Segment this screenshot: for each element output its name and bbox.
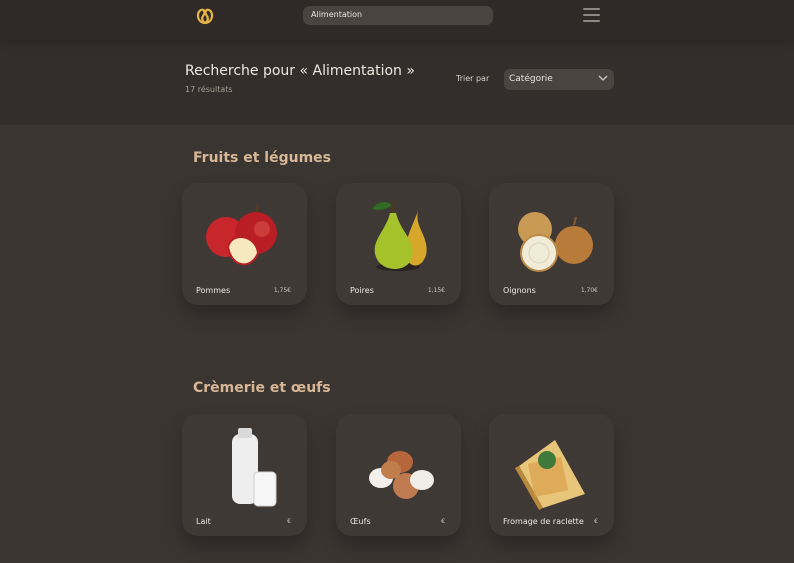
milk-image bbox=[232, 428, 277, 507]
product-price: 1,75€ bbox=[273, 287, 291, 294]
chevron-down-icon bbox=[598, 75, 608, 81]
search-input-value: Alimentation bbox=[311, 10, 363, 19]
product-price: 1,15€ bbox=[427, 287, 445, 294]
search-input[interactable]: Alimentation bbox=[303, 6, 493, 25]
product-price: 1,70€ bbox=[580, 287, 598, 294]
onions-image bbox=[518, 212, 593, 272]
eggs-image bbox=[369, 451, 434, 499]
product-card-oeufs[interactable]: Œufs € bbox=[336, 414, 461, 536]
product-price: € bbox=[594, 518, 598, 525]
product-price: € bbox=[287, 518, 291, 525]
product-card-poires[interactable]: Poires 1,15€ bbox=[336, 183, 461, 305]
product-name: Œufs bbox=[350, 517, 371, 526]
page-title: Recherche pour « Alimentation » bbox=[185, 63, 415, 79]
product-card-pommes[interactable]: Pommes 1,75€ bbox=[182, 183, 307, 305]
cheese-image bbox=[515, 440, 585, 510]
product-card-fromage[interactable]: Fromage de raclette € bbox=[489, 414, 614, 536]
product-name: Oignons bbox=[503, 286, 536, 295]
apples-image bbox=[206, 204, 277, 266]
sort-label: Trier par bbox=[456, 74, 490, 83]
sort-select-value: Catégorie bbox=[509, 74, 553, 84]
hamburger-menu-icon[interactable] bbox=[583, 8, 600, 23]
product-card-lait[interactable]: Lait € bbox=[182, 414, 307, 536]
pears-image bbox=[372, 199, 427, 271]
product-price: € bbox=[441, 518, 445, 525]
product-name: Lait bbox=[196, 517, 211, 526]
sort-select[interactable]: Catégorie bbox=[504, 69, 614, 90]
section-title-dairy: Crèmerie et œufs bbox=[193, 380, 331, 396]
top-bar: Alimentation bbox=[0, 0, 794, 40]
section-title-fruits: Fruits et légumes bbox=[193, 150, 331, 166]
product-name: Fromage de raclette bbox=[503, 517, 584, 526]
product-name: Pommes bbox=[196, 286, 231, 295]
product-name: Poires bbox=[350, 286, 374, 295]
result-count: 17 résultats bbox=[185, 85, 233, 94]
product-card-oignons[interactable]: Oignons 1,70€ bbox=[489, 183, 614, 305]
pretzel-logo-icon[interactable] bbox=[194, 6, 216, 26]
